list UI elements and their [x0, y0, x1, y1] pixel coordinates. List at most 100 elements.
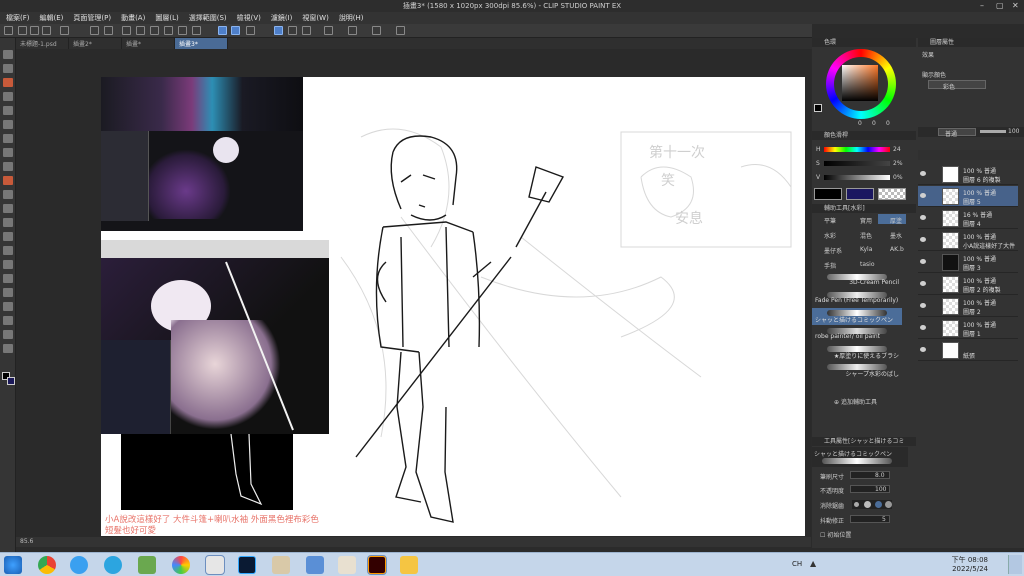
gradient-tool-icon[interactable] — [3, 260, 13, 269]
deselect-icon[interactable] — [178, 26, 187, 35]
eye-icon[interactable] — [920, 237, 926, 242]
frame-tool-icon[interactable] — [3, 288, 13, 297]
blend-mode-select[interactable]: 普通 — [938, 128, 976, 138]
layer-row[interactable]: 100 % 普通 圖層 3 — [918, 252, 1018, 273]
brush-item-2[interactable]: Fade Pen (Free Temporarily) — [812, 290, 902, 307]
game-icon[interactable] — [138, 556, 156, 574]
layer-row[interactable]: 100 % 普通 圖層 1 — [918, 318, 1018, 339]
transform-icon[interactable] — [164, 26, 173, 35]
undo-icon[interactable] — [90, 26, 99, 35]
show-desktop-button[interactable] — [1008, 555, 1022, 574]
move-tool-icon[interactable] — [3, 64, 13, 73]
eye-icon[interactable] — [920, 171, 926, 176]
pencil-tool-icon[interactable] — [3, 162, 13, 171]
photoshop-icon[interactable] — [238, 556, 256, 574]
brush-item-6[interactable]: シャープ水彩のばし — [812, 362, 902, 379]
grid-icon[interactable] — [288, 26, 297, 35]
minimize-icon[interactable]: – — [980, 1, 984, 10]
fill-icon[interactable] — [150, 26, 159, 35]
chrome-icon[interactable] — [38, 556, 56, 574]
transparent-color-chip[interactable] — [878, 188, 906, 200]
eye-icon[interactable] — [920, 281, 926, 286]
layer-row[interactable]: 100 % 普通 圖層 2 — [918, 296, 1018, 317]
maximize-icon[interactable]: ▢ — [996, 1, 1004, 10]
eyedropper-tool-icon[interactable] — [3, 134, 13, 143]
clear-icon[interactable] — [136, 26, 145, 35]
menu-edit[interactable]: 編輯(E) — [40, 13, 64, 23]
decoration-tool-icon[interactable] — [3, 204, 13, 213]
brush-item-5[interactable]: ★厚塗りに使えるブラシ — [812, 344, 902, 361]
redo-icon[interactable] — [104, 26, 113, 35]
sub-tool-tab-blend[interactable]: 混色 — [860, 231, 872, 240]
tab-file-2[interactable]: 插畫2* — [69, 38, 122, 49]
eye-icon[interactable] — [920, 193, 926, 198]
illustrator-icon[interactable] — [367, 555, 387, 575]
file-explorer-icon[interactable] — [400, 556, 418, 574]
figure-tool-icon[interactable] — [3, 274, 13, 283]
brush-item-3[interactable]: シャッと描けるコミックペン — [812, 308, 902, 325]
lasso-tool-icon[interactable] — [3, 106, 13, 115]
fill-tool-icon[interactable] — [3, 246, 13, 255]
paint-palette-icon[interactable] — [272, 556, 290, 574]
sub-color-swatch[interactable] — [7, 377, 15, 385]
zoom-readout[interactable]: 85.6 — [20, 538, 33, 545]
app-icon[interactable] — [4, 26, 13, 35]
selection-tool-icon[interactable] — [3, 92, 13, 101]
operation-tool-icon[interactable] — [3, 78, 13, 87]
sub-tool-tab-practical[interactable]: 實用 — [860, 216, 872, 225]
magic-wand-tool-icon[interactable] — [3, 120, 13, 129]
sub-tool-tab-finger[interactable]: 手指 — [824, 261, 836, 270]
pencil-app-icon[interactable] — [338, 556, 356, 574]
tab-file-3[interactable]: 插畫* — [122, 38, 175, 49]
eye-icon[interactable] — [920, 325, 926, 330]
language-indicator[interactable]: CH — [792, 560, 802, 568]
menu-filter[interactable]: 濾鏡(I) — [271, 13, 293, 23]
sub-tool-tab-thick[interactable]: 厚塗 — [890, 216, 902, 225]
pinwheel-icon[interactable] — [172, 556, 190, 574]
tablet-icon[interactable] — [396, 26, 405, 35]
saturation-value-square[interactable] — [842, 65, 878, 101]
sub-tool-tab-inkset[interactable]: 墨仔系 — [824, 246, 842, 255]
eraser-tool-icon[interactable] — [3, 218, 13, 227]
windows-app-icon[interactable] — [306, 556, 324, 574]
eye-icon[interactable] — [920, 303, 926, 308]
clip-studio-icon[interactable] — [60, 26, 69, 35]
balloon-tool-icon[interactable] — [3, 330, 13, 339]
menu-file[interactable]: 檔案(F) — [6, 13, 30, 23]
sub-tool-tab-kyla[interactable]: Kyla — [860, 246, 872, 253]
brush-item-1[interactable]: 3D-Cream Pencil — [812, 272, 902, 289]
sub-tool-tab-watercolor[interactable]: 水彩 — [824, 231, 836, 240]
blend-tool-icon[interactable] — [3, 232, 13, 241]
menu-select[interactable]: 選擇範圍(S) — [189, 13, 227, 23]
eye-icon[interactable] — [920, 259, 926, 264]
correct-line-tool-icon[interactable] — [3, 344, 13, 353]
save-icon[interactable] — [42, 26, 51, 35]
menu-view[interactable]: 檢視(V) — [237, 13, 261, 23]
brush-tool-icon[interactable] — [3, 176, 13, 185]
text-tool-icon[interactable] — [3, 316, 13, 325]
lock-layer-icon[interactable] — [274, 26, 283, 35]
layer-row[interactable]: 16 % 普通 圖層 4 — [918, 208, 1018, 229]
new-file-icon[interactable] — [18, 26, 27, 35]
invert-icon[interactable] — [192, 26, 201, 35]
menu-layer[interactable]: 圖層(L) — [155, 13, 178, 23]
pen-tool-icon[interactable] — [3, 148, 13, 157]
sub-tool-tab-tasio[interactable]: tasio — [860, 261, 875, 268]
layer-row[interactable]: 100 % 普通 小A說這樣好了大件 — [918, 230, 1018, 251]
tray-arrow-icon[interactable]: ▲ — [810, 559, 816, 568]
starting-point-checkbox[interactable]: ☐ 初始位置 — [820, 530, 851, 539]
open-file-icon[interactable] — [30, 26, 39, 35]
settings-icon[interactable] — [122, 26, 131, 35]
ruler-tool-icon[interactable] — [3, 302, 13, 311]
sub-tool-tab-flat[interactable]: 平筆 — [824, 216, 836, 225]
add-sub-tool-button[interactable]: ⊕ 追加輔助工具 — [834, 397, 877, 406]
tab-file-1[interactable]: 未標題-1.psd — [16, 38, 69, 49]
antialias-selector[interactable] — [852, 500, 892, 509]
special-ruler-snap-icon[interactable] — [231, 26, 240, 35]
start-button-icon[interactable] — [4, 556, 22, 574]
current-color-swatch[interactable] — [814, 104, 822, 112]
sub-tool-tab-akb[interactable]: AK.b — [890, 246, 904, 253]
tab-file-4[interactable]: 插畫3* — [175, 38, 228, 49]
app-v-icon[interactable] — [70, 556, 88, 574]
sub-color-chip[interactable] — [846, 188, 874, 200]
